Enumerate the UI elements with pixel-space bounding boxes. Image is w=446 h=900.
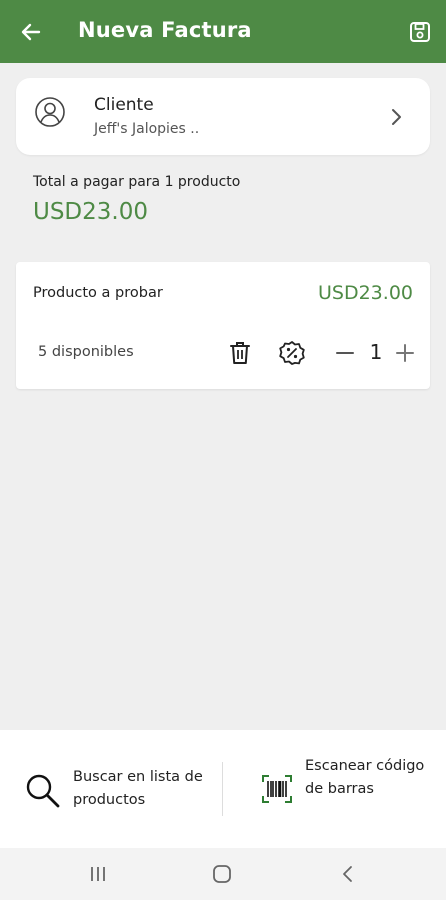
- client-label: Cliente: [94, 95, 154, 115]
- percent-badge-icon[interactable]: [278, 340, 306, 366]
- search-icon: [24, 772, 62, 810]
- chevron-right-icon: [386, 106, 406, 128]
- search-products-label: Buscar en lista de productos: [73, 769, 203, 808]
- nav-back-icon[interactable]: [336, 863, 360, 885]
- total-amount: USD23.00: [33, 199, 148, 225]
- recents-icon[interactable]: [86, 863, 110, 885]
- plus-icon[interactable]: [394, 342, 416, 364]
- quantity-value[interactable]: 1: [368, 340, 384, 364]
- system-nav-bar: [0, 848, 446, 900]
- client-name: Jeff's Jalopies ..: [94, 121, 200, 137]
- bottom-actions: Buscar en lista de productos Escanear có…: [0, 730, 446, 848]
- client-selector[interactable]: Cliente Jeff's Jalopies ..: [16, 78, 430, 155]
- save-icon[interactable]: [407, 19, 433, 45]
- scan-barcode-button[interactable]: Escanear código de barras: [223, 730, 446, 848]
- app-bar: Nueva Factura: [0, 0, 446, 63]
- home-icon[interactable]: [210, 863, 234, 885]
- search-products-button[interactable]: Buscar en lista de productos: [0, 730, 222, 848]
- arrow-left-icon[interactable]: [18, 19, 44, 45]
- total-label: Total a pagar para 1 producto: [33, 174, 241, 190]
- product-line-item: Producto a probar USD23.00 5 disponibles…: [16, 262, 430, 389]
- product-price: USD23.00: [318, 282, 413, 304]
- scan-barcode-label: Escanear código de barras: [305, 758, 425, 797]
- product-name: Producto a probar: [33, 285, 163, 301]
- trash-icon[interactable]: [228, 340, 252, 366]
- person-circle-icon: [34, 96, 66, 128]
- stock-available: 5 disponibles: [38, 344, 134, 360]
- page-title: Nueva Factura: [78, 18, 252, 42]
- barcode-scan-icon: [261, 774, 293, 804]
- minus-icon[interactable]: [334, 342, 356, 364]
